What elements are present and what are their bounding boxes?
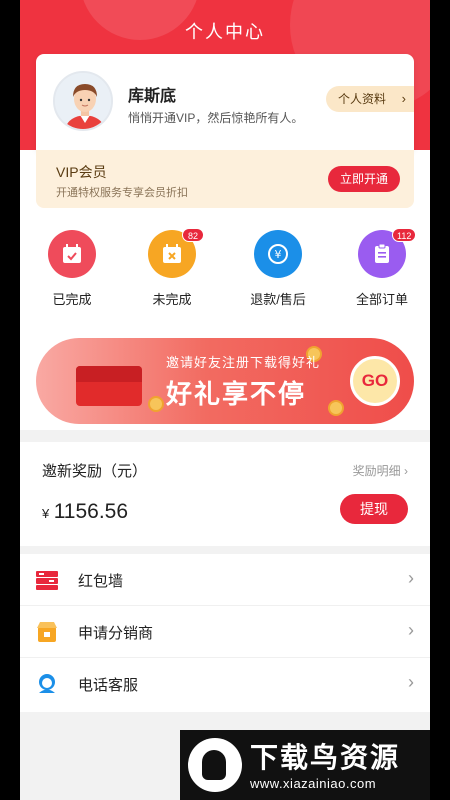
order-refund[interactable]: ¥ 退款/售后	[238, 228, 318, 318]
banner-headline: 好礼享不停	[166, 379, 307, 409]
order-refund-circle: ¥	[254, 230, 302, 278]
order-completed-circle	[48, 230, 96, 278]
menu-list: 红包墙 › 申请分销商 › 电话客服 ›	[20, 554, 430, 712]
red-envelope-icon	[36, 571, 58, 590]
svg-text:¥: ¥	[275, 248, 282, 261]
chevron-right-icon: ›	[408, 568, 414, 588]
app-screen: 个人中心 库斯底 悄悄开通VIP，然后惊艳所有人。 个人资料 › VIP会员 开	[20, 0, 430, 800]
chevron-right-icon: ›	[408, 620, 414, 640]
person-avatar-icon	[55, 73, 111, 129]
reward-value: 1156.56	[53, 500, 129, 523]
chevron-right-icon: ›	[408, 672, 414, 692]
calendar-check-icon	[63, 244, 81, 263]
vip-subtitle: 开通特权服务专享会员折扣	[56, 187, 188, 199]
order-pending-label: 未完成	[152, 292, 192, 307]
menu-item-apply-distributor[interactable]: 申请分销商 ›	[20, 606, 430, 658]
menu-label: 红包墙	[78, 573, 124, 590]
menu-item-red-packet-wall[interactable]: 红包墙 ›	[20, 554, 430, 606]
menu-label: 电话客服	[78, 677, 139, 694]
avatar[interactable]	[53, 71, 113, 131]
menu-label: 申请分销商	[78, 625, 154, 642]
withdraw-button[interactable]: 提现	[340, 494, 408, 524]
banner-subtitle: 邀请好友注册下载得好礼	[166, 355, 321, 370]
bird-logo-icon	[188, 738, 242, 792]
order-pending-badge: 82	[182, 228, 204, 242]
chevron-right-icon: ›	[404, 464, 408, 478]
profile-card[interactable]: 库斯底 悄悄开通VIP，然后惊艳所有人。 个人资料 ›	[36, 54, 414, 150]
reward-amount: ¥ 1156.56	[42, 500, 128, 524]
vip-title: VIP会员	[56, 164, 107, 180]
reward-detail-link[interactable]: 奖励明细 ›	[353, 462, 408, 479]
order-all-label: 全部订单	[355, 292, 408, 307]
invite-reward-section: 邀新奖励（元） 奖励明细 › ¥ 1156.56 提现	[20, 442, 430, 546]
order-pending[interactable]: 82 未完成	[132, 228, 212, 318]
order-all[interactable]: 112 全部订单	[342, 228, 422, 318]
profile-info-label: 个人资料	[338, 92, 387, 106]
go-button[interactable]: GO	[350, 356, 400, 406]
user-name: 库斯底	[128, 88, 177, 105]
profile-info-button[interactable]: 个人资料 ›	[326, 86, 414, 112]
vip-banner: VIP会员 开通特权服务专享会员折扣 立即开通	[36, 150, 414, 208]
yen-refresh-icon: ¥	[268, 244, 288, 264]
red-envelope-flap	[76, 366, 142, 382]
order-completed-label: 已完成	[52, 292, 92, 307]
order-refund-label: 退款/售后	[250, 292, 306, 307]
right-border	[430, 0, 450, 800]
order-all-badge: 112	[392, 228, 417, 242]
page-title: 个人中心	[185, 22, 265, 42]
order-completed[interactable]: 已完成	[32, 228, 112, 318]
invite-banner[interactable]: 邀请好友注册下载得好礼 好礼享不停 GO	[36, 338, 414, 424]
watermark-url: www.xiazainiao.com	[250, 776, 377, 791]
left-border	[0, 0, 20, 800]
go-label: GO	[361, 371, 389, 390]
clipboard-icon	[375, 243, 389, 263]
vip-activate-button[interactable]: 立即开通	[328, 166, 400, 192]
order-shortcuts: 已完成 82 未完成 ¥ 退款/售后 112 全部订单	[20, 228, 430, 318]
reward-title: 邀新奖励（元）	[42, 463, 148, 480]
calendar-cancel-icon	[163, 244, 181, 263]
coin-decoration	[148, 396, 164, 412]
shop-icon	[37, 622, 57, 642]
currency-symbol: ¥	[42, 506, 50, 521]
chevron-right-icon: ›	[401, 91, 406, 106]
headset-icon	[39, 674, 55, 693]
reward-detail-label: 奖励明细	[352, 464, 401, 478]
menu-item-phone-support[interactable]: 电话客服 ›	[20, 658, 430, 710]
watermark-text: 下载鸟资源	[250, 742, 401, 773]
coin-decoration	[328, 400, 344, 416]
user-tagline: 悄悄开通VIP，然后惊艳所有人。	[128, 111, 304, 125]
watermark: 下载鸟资源 www.xiazainiao.com	[180, 730, 430, 800]
